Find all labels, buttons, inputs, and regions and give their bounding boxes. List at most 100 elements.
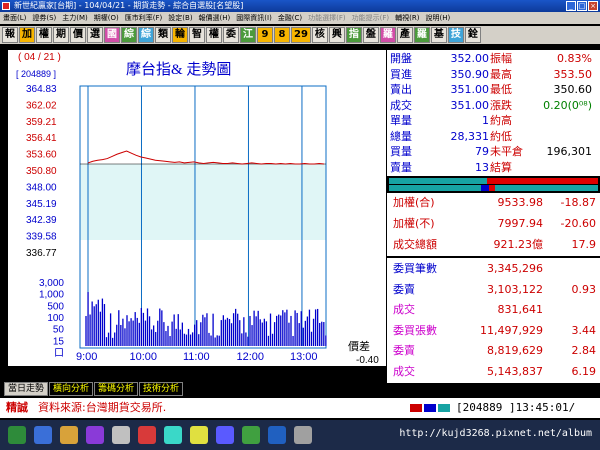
volume-tick-label: 100	[47, 313, 64, 324]
taskbar-app-icon[interactable]	[138, 426, 156, 444]
toolbar-button[interactable]: 報	[2, 27, 18, 43]
quote-value: 350.60	[553, 83, 593, 96]
index-change: -18.87	[560, 196, 596, 209]
menu-item[interactable]: 功能提示(F)	[349, 12, 393, 24]
quote-value: 28,331	[450, 129, 490, 143]
bid-ask-bar-bottom	[389, 185, 598, 191]
toolbar-button[interactable]: 加	[19, 27, 35, 43]
order-row: 委賣 8,819,629 2.84	[387, 342, 600, 360]
toolbar-button[interactable]: 選	[87, 27, 103, 43]
status-source: 資料來源:台灣期貨交易所.	[38, 401, 167, 414]
toolbar-button[interactable]: 基	[430, 27, 447, 43]
menu-item[interactable]: 證券(S)	[29, 12, 59, 24]
order-row: 成交 5,143,837 6.19	[387, 363, 600, 381]
menu-item[interactable]: 主力(M)	[59, 12, 91, 24]
toolbar-button[interactable]: 國	[104, 27, 120, 43]
order-label: 委賣	[393, 282, 415, 296]
chart-date: ( 04 / 21 )	[18, 52, 61, 63]
menu-item[interactable]: 輔視(R)	[392, 12, 422, 24]
taskbar-app-icon[interactable]	[268, 426, 286, 444]
toolbar-button[interactable]: 權	[206, 27, 222, 43]
menu-item[interactable]: 國際資訊(I)	[233, 12, 275, 24]
minimize-button[interactable]: _	[566, 1, 576, 11]
order-value: 3,345,296	[487, 262, 543, 275]
index-row: 加權(不) 7997.94 -20.60	[387, 215, 600, 233]
toolbar-button[interactable]: 產	[396, 27, 413, 43]
taskbar-app-icon[interactable]	[60, 426, 78, 444]
maximize-button[interactable]: □	[577, 1, 587, 11]
below-reference-area	[80, 164, 326, 240]
diff-value: -0.40	[356, 355, 379, 366]
toolbar-button[interactable]: 江	[240, 27, 256, 43]
taskbar-app-icon[interactable]	[190, 426, 208, 444]
quote-value: 13	[475, 160, 489, 174]
menu-item[interactable]: 報價選(H)	[196, 12, 234, 24]
price-chart[interactable]: ( 04 / 21 ) [ 204889 ] 摩台指& 走勢圖 價差 -0.40…	[8, 50, 386, 366]
order-ratio: 3.44	[571, 323, 597, 337]
menu-item[interactable]: 金融(C)	[275, 12, 305, 24]
menu-item[interactable]: 匯市利率(F)	[122, 12, 166, 24]
quote-label: 買進	[390, 67, 412, 81]
toolbar-button[interactable]: 期	[53, 27, 69, 43]
quote-value: 0.83%	[557, 52, 592, 65]
toolbar-button[interactable]: 委	[223, 27, 239, 43]
taskbar-app-icon[interactable]	[112, 426, 130, 444]
bid-ask-bar-top	[389, 178, 598, 184]
toolbar-button[interactable]: 類	[155, 27, 171, 43]
index-change: -20.60	[560, 217, 596, 230]
status-brand: 精誠	[6, 401, 28, 414]
menu-item[interactable]: 設定(B)	[165, 12, 195, 24]
toolbar-button[interactable]: 核	[311, 27, 328, 43]
toolbar-button[interactable]: 羅	[379, 27, 396, 43]
toolbar-button[interactable]: 價	[70, 27, 86, 43]
window-title: 新世紀贏家[台期] - 104/04/21 - 期貨走勢 - 綜合自選股[名望股…	[14, 1, 244, 10]
menu-item[interactable]: 期權(O)	[91, 12, 122, 24]
toolbar-button[interactable]: 輪	[172, 27, 188, 43]
toolbar-button[interactable]: 技	[447, 27, 464, 43]
toolbar-button[interactable]: 銓	[464, 27, 481, 43]
taskbar-app-icon[interactable]	[8, 426, 26, 444]
menu-item[interactable]: 功能選擇(F)	[305, 12, 349, 24]
watermark: http://kujd3268.pixnet.net/album	[399, 428, 592, 439]
toolbar-button[interactable]: 9	[257, 27, 273, 43]
time-tick-label: 12:00	[236, 351, 264, 363]
tab-3[interactable]: 籌碼分析	[94, 382, 139, 396]
quote-label: 最低	[490, 83, 512, 96]
index-label: 加權(不)	[393, 217, 435, 230]
tab-1[interactable]: 當日走勢	[4, 382, 49, 396]
volume-tick-label: 1,000	[39, 290, 64, 301]
taskbar-app-icon[interactable]	[294, 426, 312, 444]
tab-4[interactable]: 技術分析	[139, 382, 184, 396]
toolbar-button[interactable]: 綜	[138, 27, 154, 43]
toolbar-button[interactable]: 29	[291, 27, 311, 43]
tab-2[interactable]: 橫向分析	[49, 382, 94, 396]
menu-item[interactable]: 說明(H)	[423, 12, 454, 24]
order-label: 成交	[393, 364, 415, 378]
time-tick-label: 9:00	[76, 351, 97, 363]
toolbar-button[interactable]: 綜	[121, 27, 137, 43]
taskbar-app-icon[interactable]	[242, 426, 260, 444]
time-tick-label: 13:00	[290, 351, 318, 363]
taskbar-app-icon[interactable]	[34, 426, 52, 444]
toolbar-button[interactable]: 智	[189, 27, 205, 43]
toolbar-button[interactable]: 指	[345, 27, 362, 43]
app-icon	[2, 2, 10, 10]
menu-item[interactable]: 畫面(L)	[0, 12, 29, 24]
price-tick-label: 348.00	[26, 182, 57, 193]
taskbar-app-icon[interactable]	[86, 426, 104, 444]
toolbar-button[interactable]: 權	[36, 27, 52, 43]
quote-row: 賣量 13 結算	[387, 160, 600, 175]
index-value: 7997.94	[497, 217, 544, 230]
toolbar-button[interactable]: 盤	[362, 27, 379, 43]
order-value: 11,497,929	[480, 323, 543, 337]
order-label: 委買張數	[393, 323, 437, 337]
taskbar-app-icon[interactable]	[164, 426, 182, 444]
toolbar-button[interactable]: 8	[274, 27, 290, 43]
taskbar-app-icon[interactable]	[216, 426, 234, 444]
quote-label: 振幅	[490, 52, 512, 65]
toolbar-button[interactable]: 興	[328, 27, 345, 43]
quote-row: 買量 79 未平倉 196,301	[387, 144, 600, 159]
order-value: 3,103,122	[487, 282, 543, 296]
toolbar-button[interactable]: 羅	[413, 27, 430, 43]
close-button[interactable]: ×	[588, 1, 598, 11]
